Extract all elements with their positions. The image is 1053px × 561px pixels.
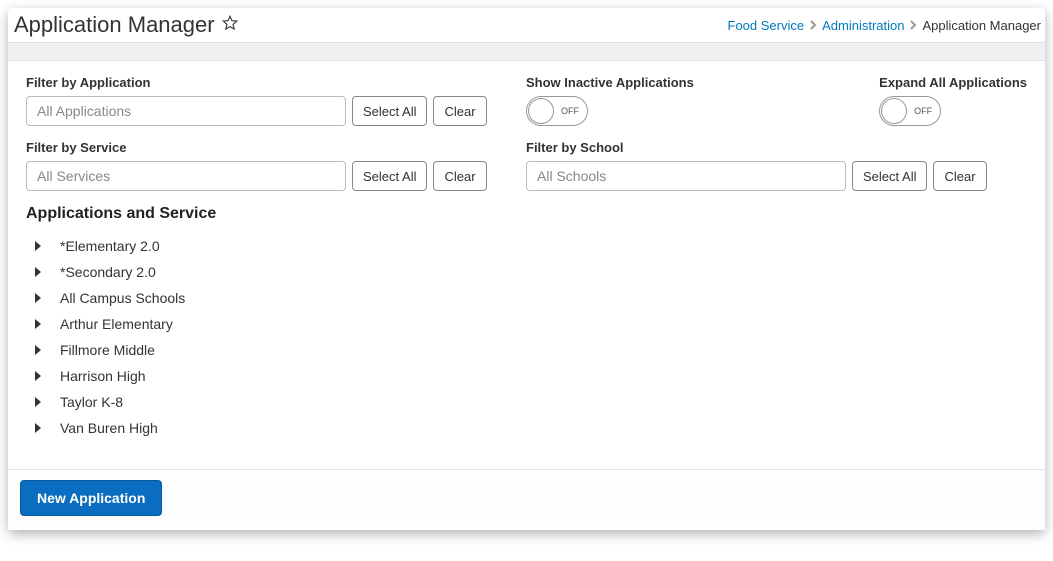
breadcrumb: Food Service Administration Application … xyxy=(728,18,1046,33)
tree-item-label: Arthur Elementary xyxy=(60,316,173,332)
tree-item-label: Van Buren High xyxy=(60,420,158,436)
caret-right-icon xyxy=(34,316,42,332)
tree-item-label: Fillmore Middle xyxy=(60,342,155,358)
header-bar: Application Manager Food Service Adminis… xyxy=(8,8,1045,43)
tree-item-label: Harrison High xyxy=(60,368,146,384)
caret-right-icon xyxy=(34,290,42,306)
applications-tree: *Elementary 2.0 *Secondary 2.0 All Campu… xyxy=(26,233,1027,441)
expand-all-label: Expand All Applications xyxy=(879,75,1027,90)
tree-item-label: Taylor K-8 xyxy=(60,394,123,410)
toggle-state-text: OFF xyxy=(914,106,932,116)
applications-section-title: Applications and Service xyxy=(26,205,1027,223)
filter-school-label: Filter by School xyxy=(526,140,987,155)
toggle-knob xyxy=(528,98,554,124)
clear-service-button[interactable]: Clear xyxy=(433,161,486,191)
tree-item-label: All Campus Schools xyxy=(60,290,185,306)
filter-service-label: Filter by Service xyxy=(26,140,494,155)
tree-item[interactable]: Harrison High xyxy=(34,363,1027,389)
filter-application-label: Filter by Application xyxy=(26,75,494,90)
show-inactive-label: Show Inactive Applications xyxy=(526,75,847,90)
breadcrumb-current: Application Manager xyxy=(922,18,1041,33)
filter-service-group: Filter by Service All Services Select Al… xyxy=(26,140,494,191)
expand-all-group: Expand All Applications OFF xyxy=(879,75,1027,126)
select-all-service-button[interactable]: Select All xyxy=(352,161,427,191)
clear-application-button[interactable]: Clear xyxy=(433,96,486,126)
select-all-application-button[interactable]: Select All xyxy=(352,96,427,126)
favorite-star-icon[interactable] xyxy=(221,14,239,37)
page-title: Application Manager xyxy=(14,12,215,38)
caret-right-icon xyxy=(34,368,42,384)
tree-item-label: *Secondary 2.0 xyxy=(60,264,156,280)
show-inactive-group: Show Inactive Applications OFF xyxy=(526,75,847,126)
footer-bar: New Application xyxy=(8,469,1045,530)
chevron-right-icon xyxy=(808,18,818,33)
caret-right-icon xyxy=(34,238,42,254)
caret-right-icon xyxy=(34,342,42,358)
breadcrumb-link-food-service[interactable]: Food Service xyxy=(728,18,805,33)
tree-item[interactable]: Arthur Elementary xyxy=(34,311,1027,337)
content-area: Filter by Application All Applications S… xyxy=(8,61,1045,469)
tree-item-label: *Elementary 2.0 xyxy=(60,238,160,254)
tree-item[interactable]: All Campus Schools xyxy=(34,285,1027,311)
tree-item[interactable]: Fillmore Middle xyxy=(34,337,1027,363)
select-all-school-button[interactable]: Select All xyxy=(852,161,927,191)
new-application-button[interactable]: New Application xyxy=(20,480,162,516)
caret-right-icon xyxy=(34,264,42,280)
toggle-knob xyxy=(881,98,907,124)
tree-item[interactable]: *Secondary 2.0 xyxy=(34,259,1027,285)
app-window: Application Manager Food Service Adminis… xyxy=(8,8,1045,530)
spacer-band xyxy=(8,43,1045,61)
filter-application-group: Filter by Application All Applications S… xyxy=(26,75,494,126)
show-inactive-toggle[interactable]: OFF xyxy=(526,96,588,126)
caret-right-icon xyxy=(34,420,42,436)
tree-item[interactable]: Taylor K-8 xyxy=(34,389,1027,415)
filter-application-input[interactable]: All Applications xyxy=(26,96,346,126)
filters-row-1: Filter by Application All Applications S… xyxy=(26,75,1027,126)
tree-item[interactable]: *Elementary 2.0 xyxy=(34,233,1027,259)
breadcrumb-link-administration[interactable]: Administration xyxy=(822,18,904,33)
title-group: Application Manager xyxy=(14,12,239,38)
filter-service-input[interactable]: All Services xyxy=(26,161,346,191)
toggle-state-text: OFF xyxy=(561,106,579,116)
filter-school-input[interactable]: All Schools xyxy=(526,161,846,191)
tree-item[interactable]: Van Buren High xyxy=(34,415,1027,441)
chevron-right-icon xyxy=(908,18,918,33)
filters-row-2: Filter by Service All Services Select Al… xyxy=(26,140,1027,191)
clear-school-button[interactable]: Clear xyxy=(933,161,986,191)
expand-all-toggle[interactable]: OFF xyxy=(879,96,941,126)
filter-school-group: Filter by School All Schools Select All … xyxy=(526,140,987,191)
caret-right-icon xyxy=(34,394,42,410)
